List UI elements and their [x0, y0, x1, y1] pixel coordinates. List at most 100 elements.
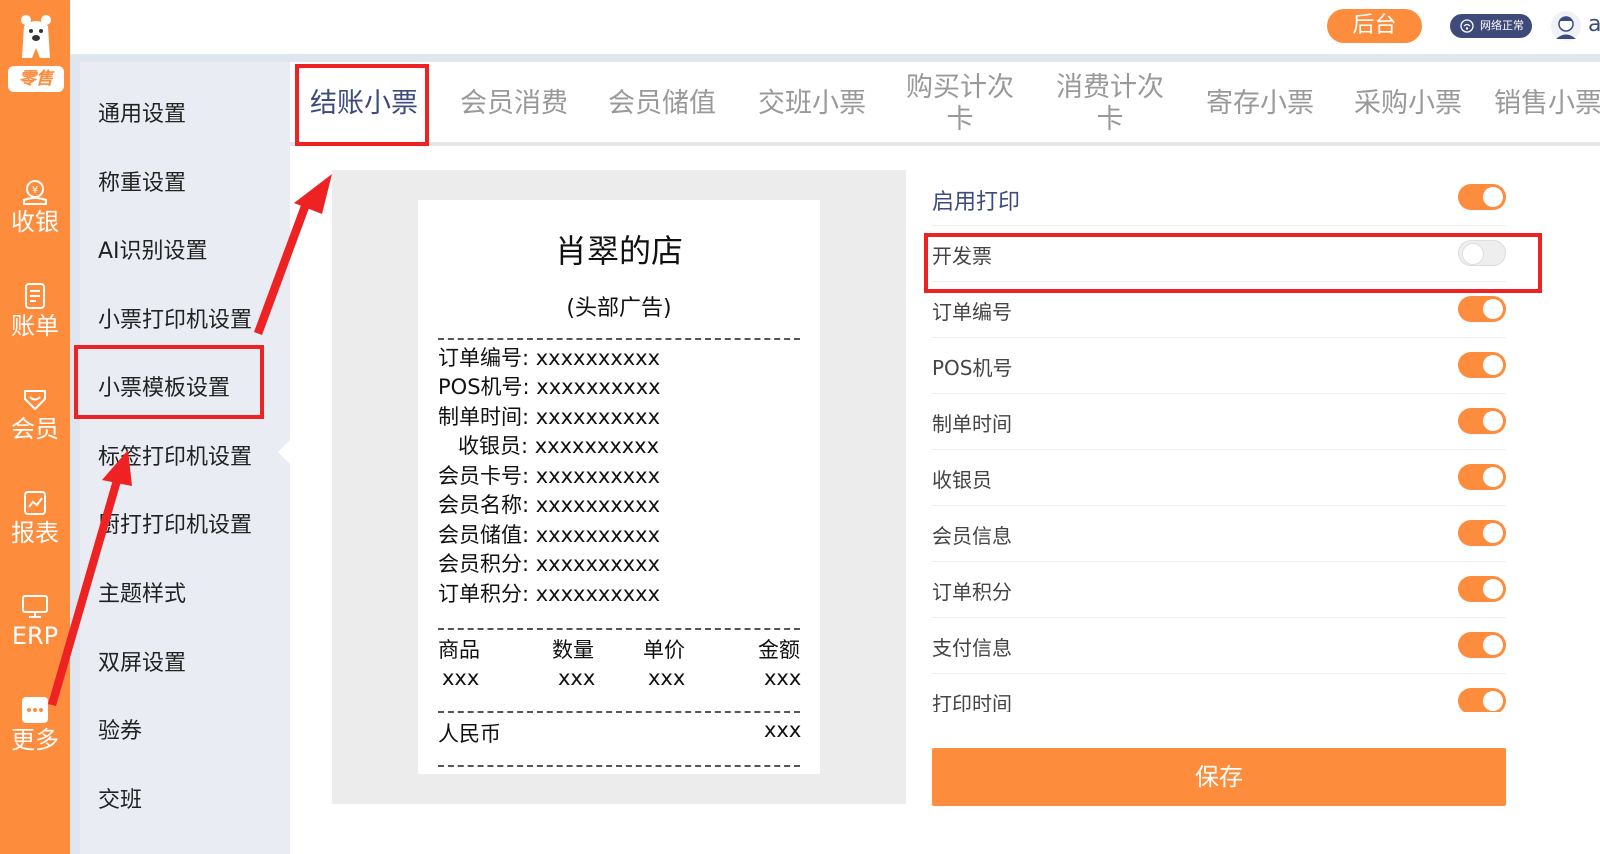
- tab-member-consume[interactable]: 会员消费: [450, 62, 578, 142]
- receipt-field-pos-no: POS机号: xxxxxxxxxx: [438, 375, 661, 399]
- tab-sales-receipt[interactable]: 销售小票: [1494, 62, 1600, 142]
- member-info-toggle[interactable]: [1458, 520, 1506, 546]
- tab-buy-count-card[interactable]: 购买计次 卡: [896, 62, 1024, 142]
- nav-erp[interactable]: ERP: [0, 592, 70, 650]
- payment-info-toggle[interactable]: [1458, 632, 1506, 658]
- nav-report[interactable]: 报表: [0, 489, 70, 547]
- option-label: 支付信息: [932, 636, 1012, 660]
- option-label: POS机号: [932, 356, 1013, 380]
- receipt-currency-value: xxx: [764, 718, 802, 742]
- menu-item-theme[interactable]: 主题样式: [98, 576, 186, 608]
- nav-member-label: 会员: [11, 415, 59, 443]
- menu-item-general[interactable]: 通用设置: [98, 96, 186, 128]
- template-tabs: 结账小票 会员消费 会员储值 交班小票 购买计次 卡 消费计次 卡 寄存小票 采…: [290, 62, 1600, 146]
- nav-more-label: 更多: [11, 726, 59, 754]
- pos-no-toggle[interactable]: [1458, 352, 1506, 378]
- option-label: 订单编号: [932, 300, 1012, 324]
- backend-button[interactable]: 后台: [1327, 9, 1422, 43]
- option-label: 制单时间: [932, 412, 1012, 436]
- receipt-cell: xxx: [558, 666, 596, 690]
- option-enable-print: 启用打印: [932, 170, 1506, 226]
- tab-purchase-receipt[interactable]: 采购小票: [1344, 62, 1472, 142]
- receipt-preview-panel: 肖翠的店 (头部广告) 订单编号: xxxxxxxxxx POS机号: xxxx…: [332, 170, 906, 804]
- menu-item-receipt-printer[interactable]: 小票打印机设置: [98, 302, 252, 334]
- enable-print-toggle[interactable]: [1458, 184, 1506, 210]
- menu-item-coupon[interactable]: 验券: [98, 713, 142, 745]
- tab-use-count-card[interactable]: 消费计次 卡: [1046, 62, 1174, 142]
- member-icon: [24, 390, 46, 410]
- active-menu-pointer: [278, 440, 290, 464]
- nav-more[interactable]: 更多: [0, 696, 70, 754]
- receipt-col-price: 单价: [643, 638, 685, 662]
- receipt-col-product: 商品: [438, 638, 480, 662]
- annotation-box-invoice: [924, 233, 1542, 293]
- bear-logo-icon: [21, 15, 51, 58]
- report-icon: [24, 491, 46, 515]
- order-no-toggle[interactable]: [1458, 296, 1506, 322]
- logo-label: 零售: [8, 66, 64, 92]
- nav-bill[interactable]: 账单: [0, 282, 70, 340]
- receipt-field-member-points: 会员积分: xxxxxxxxxx: [438, 552, 661, 576]
- menu-item-shift[interactable]: 交班: [98, 782, 142, 814]
- wifi-icon: [1460, 19, 1474, 33]
- left-nav-rail: 零售 ¥ 收银 账单 会员 报表 ERP 更多: [0, 0, 70, 854]
- receipt-field-member-deposit: 会员储值: xxxxxxxxxx: [438, 523, 661, 547]
- avatar-icon: [1551, 11, 1581, 41]
- receipt-shop-name: 肖翠的店: [554, 232, 683, 270]
- top-header: 后台 网络正常 admin: [70, 0, 1600, 54]
- receipt-field-cashier: 收银员: xxxxxxxxxx: [458, 434, 660, 458]
- receipt-field-created-time: 制单时间: xxxxxxxxxx: [438, 405, 661, 429]
- option-pos-no: POS机号: [932, 338, 1506, 394]
- menu-item-label-printer[interactable]: 标签打印机设置: [98, 439, 252, 471]
- network-status-text: 网络正常: [1480, 19, 1524, 32]
- more-icon: [22, 697, 48, 723]
- option-label: 订单积分: [932, 580, 1012, 604]
- nav-cashier-label: 收银: [11, 208, 59, 236]
- nav-cashier[interactable]: ¥ 收银: [0, 178, 70, 236]
- tab-deposit-receipt[interactable]: 寄存小票: [1196, 62, 1324, 142]
- cashier-toggle[interactable]: [1458, 464, 1506, 490]
- order-points-toggle[interactable]: [1458, 576, 1506, 602]
- annotation-box-menu: [74, 345, 264, 419]
- username: admin: [1588, 12, 1600, 37]
- receipt-field-order-points: 订单积分: xxxxxxxxxx: [438, 582, 661, 606]
- created-time-toggle[interactable]: [1458, 408, 1506, 434]
- receipt-cell: xxx: [442, 666, 480, 690]
- bill-icon: [25, 283, 45, 309]
- menu-item-ai-recognition[interactable]: AI识别设置: [98, 233, 208, 265]
- nav-member[interactable]: 会员: [0, 385, 70, 443]
- receipt-col-qty: 数量: [552, 638, 594, 662]
- svg-text:¥: ¥: [32, 185, 38, 196]
- nav-bill-label: 账单: [11, 312, 59, 340]
- receipt-field-member-name: 会员名称: xxxxxxxxxx: [438, 493, 661, 517]
- app-root: 零售 ¥ 收银 账单 会员 报表 ERP 更多 后台 网络正常 a 通用设置 称…: [0, 0, 1600, 854]
- menu-item-kitchen-printer[interactable]: 厨打打印机设置: [98, 507, 252, 539]
- receipt-paper: 肖翠的店 (头部广告) 订单编号: xxxxxxxxxx POS机号: xxxx…: [418, 200, 820, 774]
- option-member-info: 会员信息: [932, 506, 1506, 562]
- receipt-divider: [438, 711, 800, 713]
- receipt-col-amount: 金额: [758, 638, 800, 662]
- menu-item-weighing[interactable]: 称重设置: [98, 165, 186, 197]
- app-logo: 零售: [6, 10, 64, 92]
- receipt-header-ad: (头部广告): [566, 296, 672, 321]
- network-status-badge: 网络正常: [1450, 14, 1532, 38]
- tab-shift-receipt[interactable]: 交班小票: [748, 62, 876, 142]
- option-print-time: 打印时间: [932, 674, 1506, 712]
- receipt-divider: [438, 765, 800, 767]
- option-cashier: 收银员: [932, 450, 1506, 506]
- main-content: 结账小票 会员消费 会员储值 交班小票 购买计次 卡 消费计次 卡 寄存小票 采…: [290, 62, 1600, 854]
- nav-erp-label: ERP: [11, 622, 59, 650]
- tab-member-deposit[interactable]: 会员储值: [598, 62, 726, 142]
- erp-monitor-icon: [22, 595, 48, 618]
- print-time-toggle[interactable]: [1458, 688, 1506, 712]
- option-label: 收银员: [932, 468, 992, 492]
- nav-report-label: 报表: [11, 519, 59, 547]
- option-label: 打印时间: [932, 692, 1012, 712]
- receipt-cell: xxx: [764, 666, 802, 690]
- receipt-cell: xxx: [648, 666, 686, 690]
- save-button[interactable]: 保存: [932, 748, 1506, 806]
- receipt-field-order-no: 订单编号: xxxxxxxxxx: [438, 346, 661, 370]
- receipt-divider: [438, 628, 800, 630]
- menu-item-dual-screen[interactable]: 双屏设置: [98, 645, 186, 677]
- annotation-box-tab: [295, 64, 429, 146]
